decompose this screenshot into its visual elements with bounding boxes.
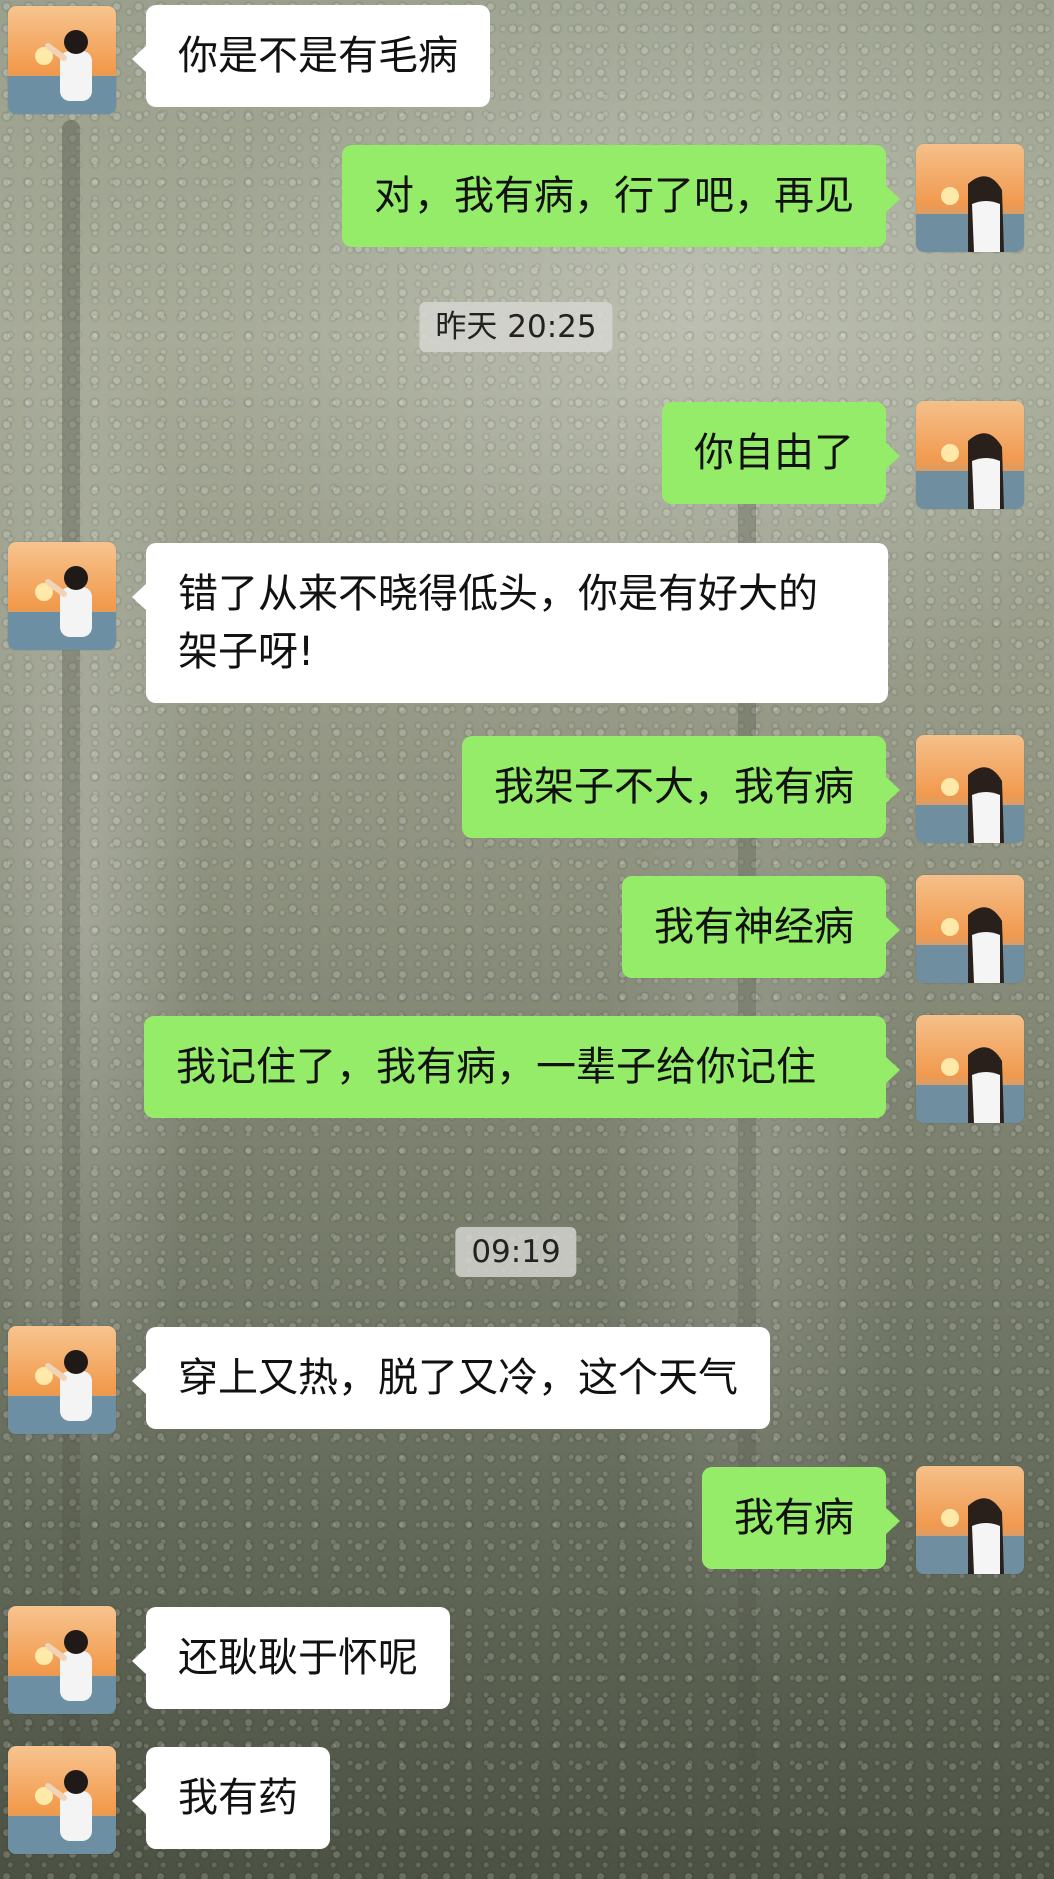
message-bubble-incoming[interactable]: 还耿耿于怀呢 bbox=[132, 1607, 450, 1709]
avatar-boy-sunset-icon bbox=[8, 1746, 116, 1854]
timestamp: 昨天 20:25 bbox=[419, 302, 613, 352]
my-avatar[interactable] bbox=[916, 1015, 1024, 1123]
message-bubble-incoming[interactable]: 你是不是有毛病 bbox=[132, 5, 490, 107]
my-avatar[interactable] bbox=[916, 144, 1024, 252]
message-bubble-incoming[interactable]: 错了从来不晓得低头，你是有好大的架子呀! bbox=[132, 543, 888, 703]
message-bubble-incoming[interactable]: 穿上又热，脱了又冷，这个天气 bbox=[132, 1327, 770, 1429]
timestamp: 09:19 bbox=[455, 1227, 577, 1277]
avatar-girl-sunset-icon bbox=[916, 1466, 1024, 1574]
contact-avatar[interactable] bbox=[8, 1326, 116, 1434]
message-bubble-outgoing[interactable]: 你自由了 bbox=[662, 402, 900, 504]
avatar-girl-sunset-icon bbox=[916, 875, 1024, 983]
avatar-boy-sunset-icon bbox=[8, 6, 116, 114]
message-bubble-outgoing[interactable]: 我记住了，我有病，一辈子给你记住 bbox=[144, 1016, 900, 1118]
avatar-girl-sunset-icon bbox=[916, 144, 1024, 252]
avatar-boy-sunset-icon bbox=[8, 1326, 116, 1434]
avatar-boy-sunset-icon bbox=[8, 542, 116, 650]
rain-streak bbox=[62, 120, 80, 1820]
contact-avatar[interactable] bbox=[8, 542, 116, 650]
message-bubble-outgoing[interactable]: 我架子不大，我有病 bbox=[462, 736, 900, 838]
contact-avatar[interactable] bbox=[8, 1606, 116, 1714]
my-avatar[interactable] bbox=[916, 735, 1024, 843]
message-bubble-outgoing[interactable]: 我有神经病 bbox=[622, 876, 900, 978]
message-bubble-outgoing[interactable]: 我有病 bbox=[702, 1467, 900, 1569]
avatar-girl-sunset-icon bbox=[916, 735, 1024, 843]
message-bubble-outgoing[interactable]: 对，我有病，行了吧，再见 bbox=[342, 145, 900, 247]
avatar-girl-sunset-icon bbox=[916, 401, 1024, 509]
avatar-girl-sunset-icon bbox=[916, 1015, 1024, 1123]
my-avatar[interactable] bbox=[916, 875, 1024, 983]
contact-avatar[interactable] bbox=[8, 1746, 116, 1854]
avatar-boy-sunset-icon bbox=[8, 1606, 116, 1714]
my-avatar[interactable] bbox=[916, 401, 1024, 509]
contact-avatar[interactable] bbox=[8, 6, 116, 114]
my-avatar[interactable] bbox=[916, 1466, 1024, 1574]
message-bubble-incoming[interactable]: 我有药 bbox=[132, 1747, 330, 1849]
